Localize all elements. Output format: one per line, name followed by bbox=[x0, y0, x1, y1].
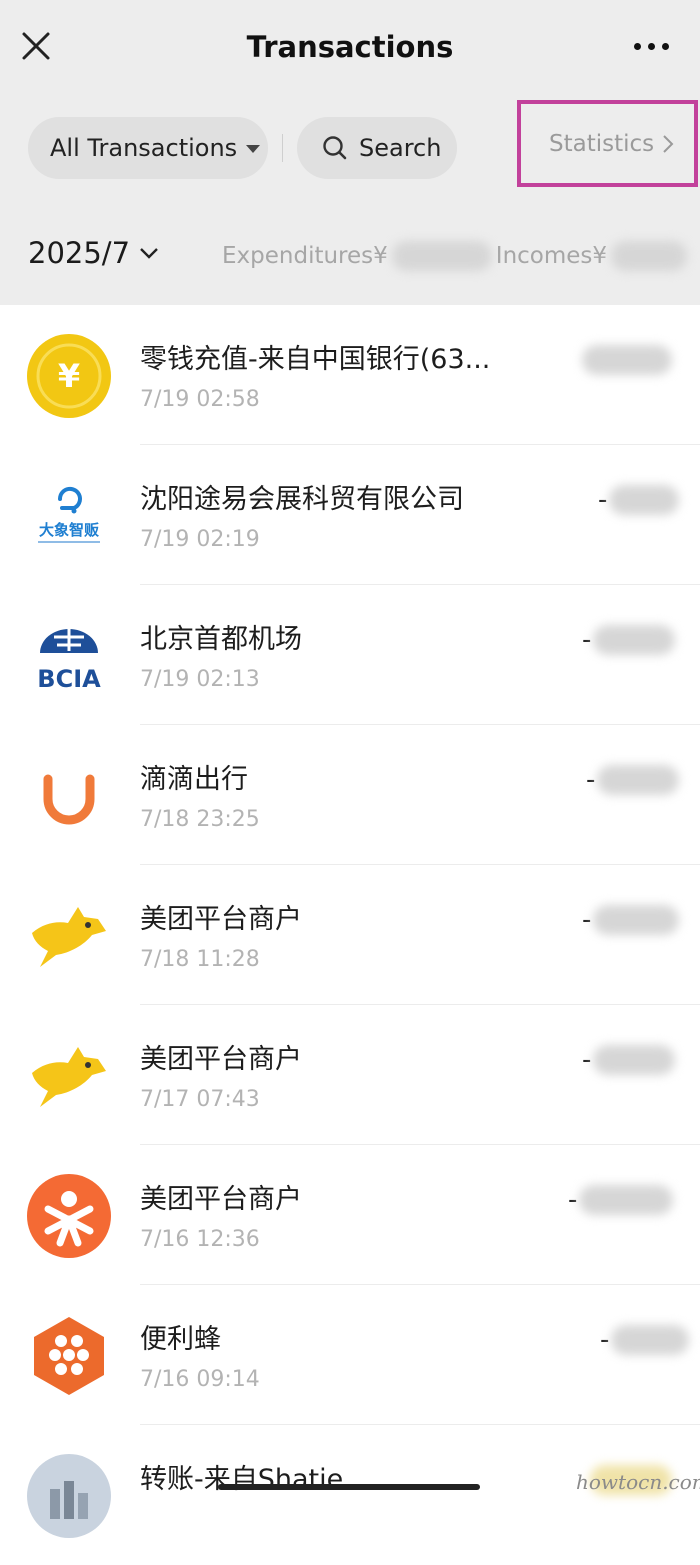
transaction-row[interactable]: 美团平台商户 7/18 11:28 - bbox=[0, 865, 700, 1005]
amount-redacted bbox=[593, 1045, 676, 1075]
expenditures-amount-redacted bbox=[391, 241, 492, 271]
transaction-time: 7/16 12:36 bbox=[140, 1227, 260, 1252]
transaction-amount: - bbox=[600, 1323, 690, 1357]
amount-redacted bbox=[609, 485, 680, 515]
transaction-row[interactable]: 大象智贩 沈阳途易会展科贸有限公司 7/19 02:19 - bbox=[0, 445, 700, 585]
transaction-list: ¥ 零钱充值-来自中国银行(63... 7/19 02:58 大象智贩 沈阳途易… bbox=[0, 305, 700, 1565]
transaction-row[interactable]: 美团平台商户 7/17 07:43 - bbox=[0, 1005, 700, 1145]
month-selector[interactable]: 2025/7 bbox=[28, 236, 160, 270]
filter-divider bbox=[282, 134, 283, 162]
amount-redacted bbox=[597, 765, 680, 795]
home-indicator[interactable] bbox=[218, 1484, 480, 1490]
all-transactions-filter[interactable]: All Transactions bbox=[28, 117, 268, 179]
chevron-down-icon bbox=[140, 248, 158, 259]
transaction-name: 美团平台商户 bbox=[140, 1044, 302, 1075]
search-button[interactable]: Search bbox=[297, 117, 457, 179]
transaction-amount: - bbox=[598, 483, 680, 517]
page-title: Transactions bbox=[246, 30, 454, 64]
amount-redacted bbox=[593, 905, 680, 935]
transaction-row[interactable]: 美团平台商户 7/16 12:36 - bbox=[0, 1145, 700, 1285]
transaction-amount: - bbox=[586, 763, 680, 797]
elephant-vending-logo: 大象智贩 bbox=[26, 473, 112, 559]
amount-redacted bbox=[611, 1325, 690, 1355]
transaction-time: 7/19 02:13 bbox=[140, 667, 260, 692]
transaction-name: 滴滴出行 bbox=[140, 764, 248, 795]
avatar bbox=[26, 1453, 112, 1539]
meituan-kangaroo-logo bbox=[26, 893, 112, 979]
amount-redacted bbox=[579, 1185, 674, 1215]
incomes-label: Incomes¥ bbox=[495, 243, 608, 269]
transaction-time: 7/19 02:19 bbox=[140, 527, 260, 552]
transaction-name: 美团平台商户 bbox=[140, 1184, 302, 1215]
transaction-time: 7/17 07:43 bbox=[140, 1087, 260, 1112]
statistics-label: Statistics bbox=[549, 130, 655, 157]
transaction-name: 沈阳途易会展科贸有限公司 bbox=[140, 484, 464, 515]
meituan-kangaroo-logo bbox=[26, 1033, 112, 1119]
transaction-row[interactable]: BCIA 北京首都机场 7/19 02:13 - bbox=[0, 585, 700, 725]
transaction-time: 7/16 09:14 bbox=[140, 1367, 260, 1392]
transaction-name: 北京首都机场 bbox=[140, 624, 302, 655]
search-label: Search bbox=[359, 134, 442, 162]
watermark: howtocn.com bbox=[576, 1470, 700, 1494]
transaction-name: 便利蜂 bbox=[140, 1324, 221, 1355]
transaction-name: 美团平台商户 bbox=[140, 904, 302, 935]
svg-text:¥: ¥ bbox=[58, 357, 80, 395]
transaction-row[interactable]: 滴滴出行 7/18 23:25 - bbox=[0, 725, 700, 865]
more-button[interactable] bbox=[630, 30, 674, 62]
transaction-amount bbox=[580, 343, 672, 377]
amount-redacted bbox=[582, 345, 672, 375]
transaction-row[interactable]: ¥ 零钱充值-来自中国银行(63... 7/19 02:58 bbox=[0, 305, 700, 445]
expenditures-label: Expenditures¥ bbox=[222, 243, 388, 269]
chevron-right-icon bbox=[663, 134, 674, 153]
transaction-time: 7/18 11:28 bbox=[140, 947, 260, 972]
transaction-row[interactable]: 便利蜂 7/16 09:14 - bbox=[0, 1285, 700, 1425]
coin-icon: ¥ bbox=[26, 333, 112, 419]
filter-label: All Transactions bbox=[50, 134, 238, 162]
svg-text:BCIA: BCIA bbox=[37, 665, 101, 693]
dianping-logo bbox=[26, 1173, 112, 1259]
svg-text:大象智贩: 大象智贩 bbox=[39, 521, 100, 539]
transaction-name: 转账-来自Shatie bbox=[140, 1464, 344, 1495]
monthly-summary: Expenditures¥ Incomes¥ bbox=[222, 241, 688, 271]
transaction-name: 零钱充值-来自中国银行(63... bbox=[140, 344, 491, 375]
caret-down-icon bbox=[246, 145, 261, 153]
transaction-time: 7/19 02:58 bbox=[140, 387, 260, 412]
transaction-amount: - bbox=[582, 903, 680, 937]
bianlifeng-logo bbox=[26, 1313, 112, 1399]
bcia-logo: BCIA bbox=[26, 613, 112, 699]
incomes-amount-redacted bbox=[611, 241, 688, 271]
didi-logo bbox=[26, 753, 112, 839]
transaction-amount: - bbox=[582, 1043, 676, 1077]
month-label: 2025/7 bbox=[28, 236, 131, 270]
amount-redacted bbox=[593, 625, 676, 655]
transaction-amount: - bbox=[568, 1183, 674, 1217]
more-icon bbox=[634, 43, 641, 50]
transaction-time: 7/18 23:25 bbox=[140, 807, 260, 832]
transaction-row[interactable]: 转账-来自Shatie bbox=[0, 1425, 700, 1565]
transaction-amount: - bbox=[582, 623, 676, 657]
search-icon bbox=[323, 136, 347, 160]
statistics-link[interactable]: Statistics bbox=[517, 100, 698, 187]
